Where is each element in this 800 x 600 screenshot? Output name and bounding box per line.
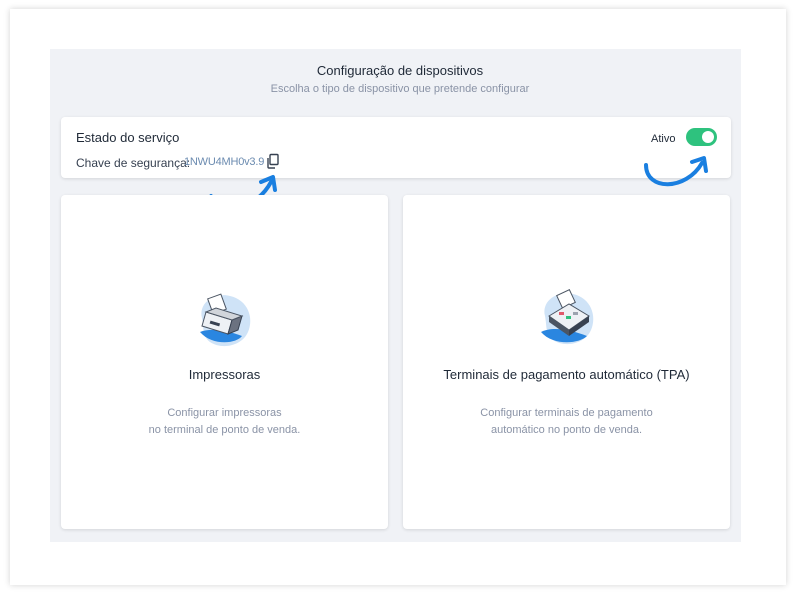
device-card-title: Terminais de pagamento automático (TPA) [443,367,690,382]
security-key-label: Chave de segurança: [76,156,191,170]
service-status-title: Estado do serviço [76,130,180,145]
device-card-description: Configurar terminais de pagamento automá… [403,405,730,439]
payment-terminal-icon [541,289,594,345]
device-card-title: Impressoras [188,367,261,382]
device-card-printers[interactable]: Impressoras Configurar impressoras no te… [61,195,388,529]
printer-icon [200,293,251,347]
device-card-description: Configurar impressoras no terminal de po… [61,405,388,439]
service-status-label: Ativo [651,133,676,145]
service-active-toggle[interactable] [686,128,717,146]
device-card-desc-line: automático no ponto de venda. [490,424,643,436]
page-subtitle: Escolha o tipo de dispositivo que preten… [270,83,530,95]
copy-icon[interactable] [265,153,281,170]
device-card-desc-line: Configurar terminais de pagamento [480,407,653,419]
security-key-value: 1NWU4MH0v3.9 [184,156,265,168]
page-title: Configuração de dispositivos [316,63,484,78]
device-card-desc-line: no terminal de ponto de venda. [148,424,301,436]
curved-arrow-icon [644,156,708,187]
device-card-payment-terminals[interactable]: Terminais de pagamento automático (TPA) … [403,195,730,529]
device-card-desc-line: Configurar impressoras [167,407,282,419]
toggle-knob [702,131,714,143]
